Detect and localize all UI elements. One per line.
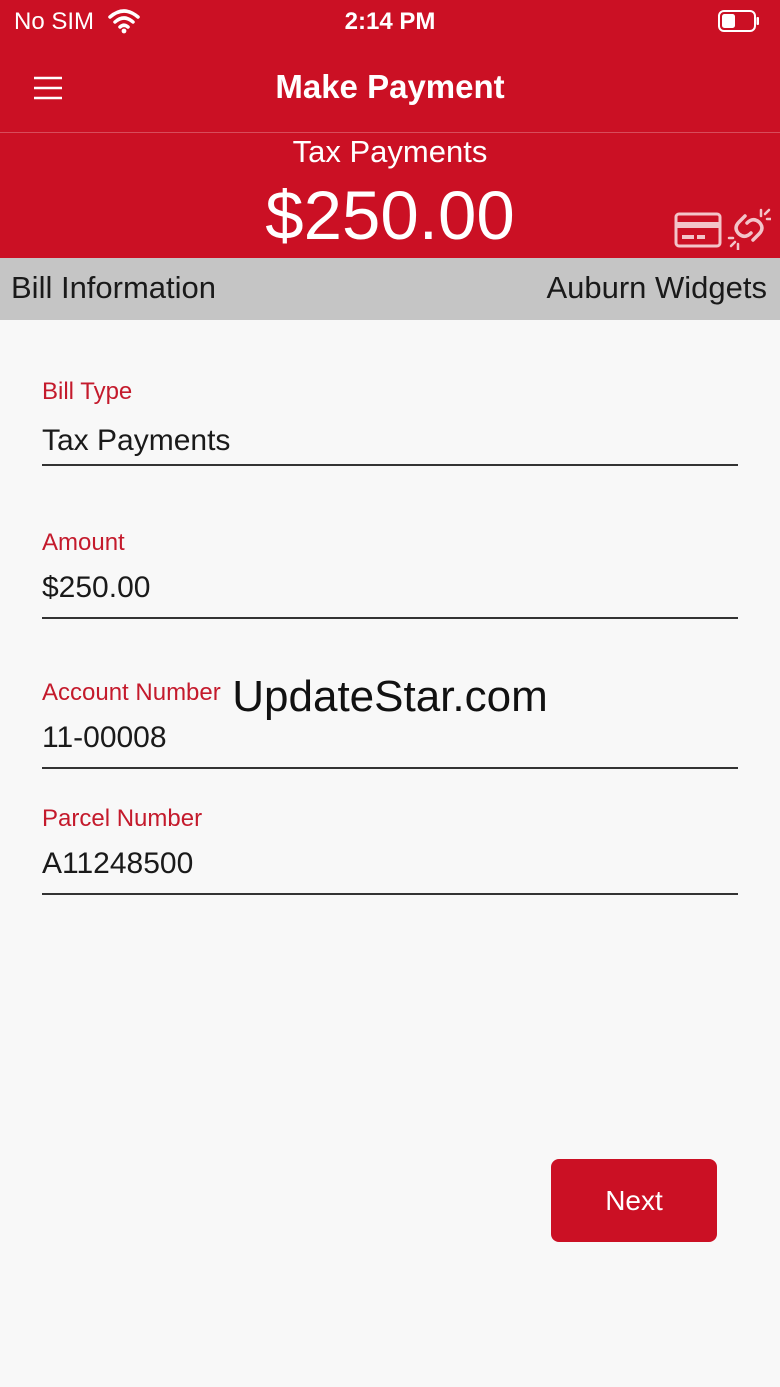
parcel-number-field: Parcel Number xyxy=(42,805,738,900)
page-title: Make Payment xyxy=(275,68,505,105)
credit-card-icon[interactable] xyxy=(674,212,722,248)
amount-input[interactable] xyxy=(42,571,738,619)
bill-type-input[interactable] xyxy=(42,424,738,466)
parcel-number-input[interactable] xyxy=(42,847,738,895)
battery-icon xyxy=(718,10,759,32)
account-number-field: Account Number xyxy=(42,679,738,774)
section-header: Bill Information Auburn Widgets xyxy=(0,258,780,320)
merchant-name: Auburn Widgets xyxy=(546,270,767,305)
amount-field: Amount xyxy=(42,529,738,624)
navigation-bar: Make Payment xyxy=(0,44,780,133)
next-button[interactable]: Next xyxy=(551,1159,717,1242)
status-bar: No SIM 2:14 PM xyxy=(0,0,780,44)
bill-type-label: Bill Type xyxy=(42,378,133,405)
amount-label: Amount xyxy=(42,529,125,556)
parcel-number-label: Parcel Number xyxy=(42,805,203,832)
clock: 2:14 PM xyxy=(344,8,436,35)
account-number-input[interactable] xyxy=(42,721,738,769)
summary-bill-type: Tax Payments xyxy=(292,134,488,169)
summary-amount: $250.00 xyxy=(265,177,515,254)
bill-type-field: Bill Type xyxy=(42,378,738,468)
account-number-label: Account Number xyxy=(42,679,221,706)
unlink-icon[interactable] xyxy=(727,206,771,250)
section-title: Bill Information xyxy=(11,270,217,305)
hamburger-menu-icon[interactable] xyxy=(24,66,70,112)
